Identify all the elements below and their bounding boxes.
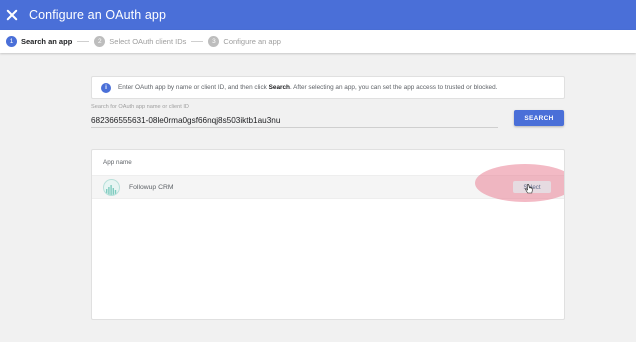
step-select-oauth-client-ids[interactable]: 2 Select OAuth client IDs [94, 36, 186, 47]
header-bar: Configure an OAuth app [0, 0, 636, 30]
app-name: Followup CRM [129, 183, 174, 191]
search-field-label: Search for OAuth app name or client ID [91, 104, 189, 110]
info-text-start: Enter OAuth app by name or client ID, an… [118, 84, 269, 91]
table-row[interactable]: Followup CRM Select [92, 164, 564, 202]
step-number-2: 2 [94, 36, 106, 47]
info-text: Enter OAuth app by name or client ID, an… [118, 84, 497, 91]
step-number-1: 1 [6, 36, 17, 47]
info-text-end: . After selecting an app, you can set th… [289, 84, 498, 91]
followup-crm-logo-icon [103, 178, 120, 196]
search-button[interactable]: SEARCH [514, 110, 564, 126]
step-divider [77, 41, 90, 42]
info-text-search-keyword: Search [268, 84, 290, 91]
dialog-title: Configure an OAuth app [29, 8, 167, 22]
results-table: App name Followup CRM Select [91, 149, 565, 320]
step-divider [191, 41, 204, 42]
step-search-an-app[interactable]: 1 Search an app [6, 36, 72, 47]
step-label: Search an app [21, 37, 73, 46]
step-label: Select OAuth client IDs [109, 37, 187, 46]
stepper: 1 Search an app 2 Select OAuth client ID… [0, 30, 636, 53]
step-number-3: 3 [208, 36, 220, 47]
info-icon: i [101, 82, 111, 93]
step-label: Configure an app [223, 37, 281, 46]
step-configure-an-app[interactable]: 3 Configure an app [208, 36, 281, 47]
info-banner: i Enter OAuth app by name or client ID, … [91, 76, 565, 99]
pointer-cursor-icon [525, 184, 533, 194]
close-icon[interactable] [5, 8, 19, 22]
search-input[interactable] [91, 114, 498, 128]
